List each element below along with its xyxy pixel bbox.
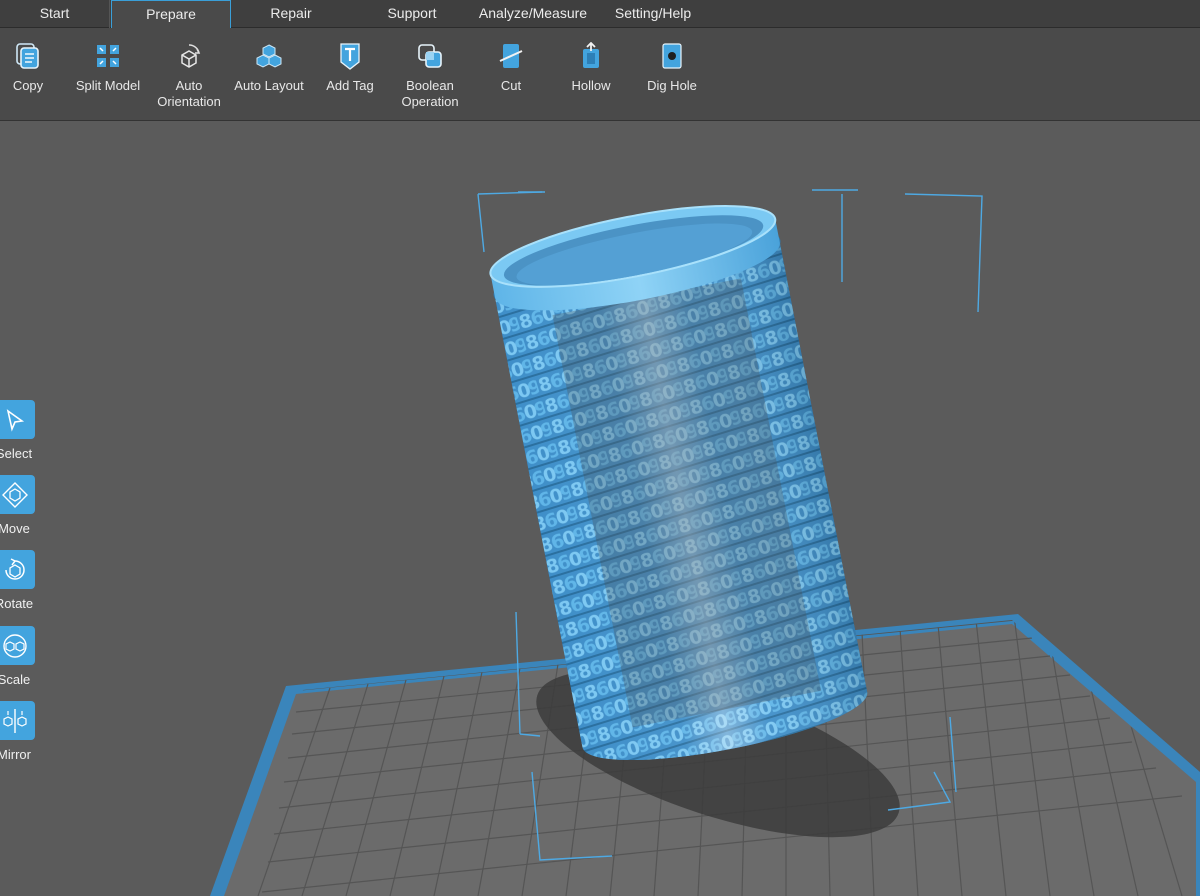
tab-analyze-measure[interactable]: Analyze/Measure [472, 0, 594, 28]
auto-layout-label: Auto Layout [234, 78, 304, 93]
boolean-operation-icon [418, 44, 442, 68]
boolean-operation-button[interactable]: Boolean Operation [390, 42, 470, 110]
boolean-operation-label: Boolean Operation [401, 78, 459, 109]
tab-repair[interactable]: Repair [232, 0, 350, 28]
move-tool-label: Move [0, 521, 30, 536]
add-tag-button[interactable]: Add Tag [310, 42, 390, 94]
split-model-button[interactable]: Split Model [68, 42, 148, 94]
move-tool-button [0, 475, 35, 514]
cut-icon [499, 44, 523, 68]
auto-orientation-icon [181, 44, 201, 68]
auto-orientation-button[interactable]: Auto Orientation [149, 42, 229, 110]
scale-tool-label: Scale [0, 672, 31, 687]
cut-label: Cut [500, 78, 522, 93]
add-tag-icon [340, 43, 360, 70]
3d-viewport[interactable]: 8 6 0 9 [0, 122, 1200, 896]
tab-start[interactable]: Start [0, 0, 110, 28]
split-model-icon [97, 45, 119, 67]
mirror-icon [2, 708, 27, 733]
tab-support[interactable]: Support [352, 0, 472, 28]
mirror-tool-label: Mirror [0, 747, 31, 762]
copy-icon [16, 43, 39, 69]
rotate-tool-label: Rotate [0, 596, 34, 611]
mirror-tool-button [0, 701, 35, 740]
dig-hole-label: Dig Hole [647, 78, 697, 93]
tab-prepare[interactable]: Prepare [111, 0, 231, 30]
hollow-icon [583, 42, 599, 68]
rotate-icon [4, 557, 25, 580]
auto-orientation-label: Auto Orientation [157, 78, 221, 109]
tab-setting-help[interactable]: Setting/Help [594, 0, 712, 28]
select-tool-label: Select [0, 446, 33, 461]
prepare-toolbar: Copy Split Model Auto Orientation Auto L… [0, 28, 1200, 121]
copy-label: Copy [12, 78, 44, 93]
auto-layout-button[interactable]: Auto Layout [229, 42, 309, 94]
add-tag-label: Add Tag [326, 78, 374, 93]
copy-button[interactable]: Copy [0, 42, 68, 94]
select-tool-button [0, 400, 35, 439]
main-tab-bar: Start Prepare Repair Support Analyze/Mea… [0, 0, 1200, 30]
rotate-tool-button [0, 550, 35, 589]
dig-hole-button[interactable]: Dig Hole [632, 42, 712, 94]
hollow-label: Hollow [571, 78, 611, 93]
auto-layout-icon [256, 44, 282, 68]
scale-icon [2, 633, 27, 658]
hollow-button[interactable]: Hollow [551, 42, 631, 94]
scale-tool-button [0, 626, 35, 665]
scene-canvas[interactable]: 8 6 0 9 [0, 122, 1200, 896]
move-icon [1, 481, 28, 508]
split-model-label: Split Model [75, 78, 141, 93]
cut-button[interactable]: Cut [471, 42, 551, 94]
select-icon [6, 408, 24, 432]
dig-hole-icon [662, 43, 682, 69]
